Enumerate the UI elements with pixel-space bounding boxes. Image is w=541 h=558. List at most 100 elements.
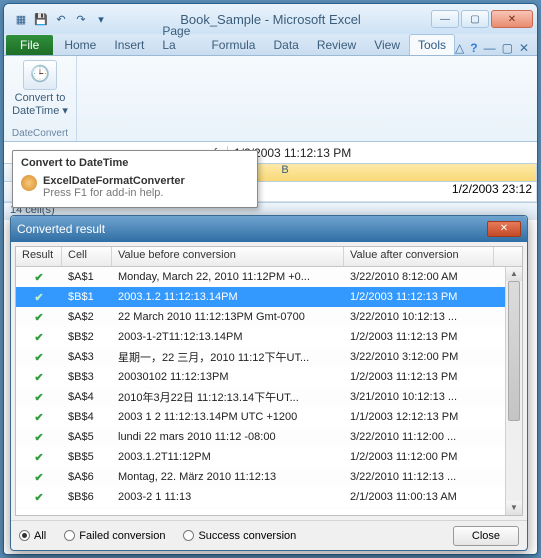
ribbon-minimize-icon[interactable]: △ — [455, 41, 464, 55]
filter-failed-radio[interactable]: Failed conversion — [64, 530, 165, 542]
tab-data[interactable]: Data — [264, 34, 307, 55]
dialog-titlebar[interactable]: Converted result ✕ — [11, 216, 527, 242]
doc-close-icon[interactable]: ✕ — [519, 41, 529, 55]
doc-restore-icon[interactable]: ▢ — [502, 41, 513, 55]
tab-formula[interactable]: Formula — [202, 34, 264, 55]
help-icon[interactable]: ? — [470, 41, 477, 55]
tab-home[interactable]: Home — [55, 34, 105, 55]
table-row[interactable]: ✔$B$52003.1.2T11:12PM1/2/2003 11:12:00 P… — [16, 447, 522, 467]
cell-ref: $B$3 — [62, 371, 112, 383]
file-tab[interactable]: File — [6, 35, 53, 55]
table-body[interactable]: ✔$A$1Monday, March 22, 2010 11:12PM +0..… — [16, 267, 522, 509]
value-after: 1/2/2003 11:12:13 PM — [344, 331, 494, 343]
doc-minimize-icon[interactable]: — — [484, 41, 496, 55]
value-after: 2/1/2003 11:00:13 AM — [344, 491, 494, 503]
button-label-line1: Convert to — [10, 92, 70, 105]
table-row[interactable]: ✔$A$1Monday, March 22, 2010 11:12PM +0..… — [16, 267, 522, 287]
cell-ref: $A$1 — [62, 271, 112, 283]
success-check-icon: ✔ — [16, 391, 62, 404]
col-before[interactable]: Value before conversion — [112, 247, 344, 266]
addin-icon — [21, 175, 37, 191]
scroll-up-icon[interactable]: ▲ — [506, 267, 522, 281]
cell-ref: $A$5 — [62, 431, 112, 443]
screentip: Convert to DateTime ExcelDateFormatConve… — [12, 150, 258, 208]
table-row[interactable]: ✔$B$62003-2 1 11:132/1/2003 11:00:13 AM — [16, 487, 522, 507]
value-before: 2010年3月22日 11:12:13.14下午UT... — [112, 389, 344, 405]
table-row[interactable]: ✔$B$320030102 11:12:13PM1/2/2003 11:12:1… — [16, 367, 522, 387]
col-cell[interactable]: Cell — [62, 247, 112, 266]
scroll-thumb[interactable] — [508, 281, 520, 421]
cell-ref: $B$6 — [62, 491, 112, 503]
excel-icon: ▦ — [12, 10, 30, 28]
qat-dropdown-icon[interactable]: ▾ — [92, 10, 110, 28]
close-button[interactable]: Close — [453, 526, 519, 546]
cell-ref: $A$2 — [62, 311, 112, 323]
value-before: Montag, 22. März 2010 11:12:13 — [112, 471, 344, 483]
table-row[interactable]: ✔$B$12003.1.2 11:12:13.14PM1/2/2003 11:1… — [16, 287, 522, 307]
value-after: 1/2/2003 11:12:13 PM — [344, 371, 494, 383]
table-row[interactable]: ✔$A$222 March 2010 11:12:13PM Gmt-07003/… — [16, 307, 522, 327]
value-after: 3/22/2010 3:12:00 PM — [344, 351, 494, 363]
ribbon-tabs: File HomeInsertPage LaFormulaDataReviewV… — [4, 34, 537, 56]
cell-ref: $A$4 — [62, 391, 112, 403]
success-check-icon: ✔ — [16, 311, 62, 324]
value-after: 1/2/2003 11:12:00 PM — [344, 451, 494, 463]
value-before: lundi 22 mars 2010 11:12 -08:00 — [112, 431, 344, 443]
formula-input[interactable]: 1/2/2003 11:12:13 PM — [228, 146, 537, 160]
convert-to-datetime-button[interactable]: 🕒 Convert to DateTime ▾ — [10, 60, 70, 118]
undo-icon[interactable]: ↶ — [52, 10, 70, 28]
cell-ref: $A$3 — [62, 351, 112, 363]
value-after: 3/22/2010 8:12:00 AM — [344, 271, 494, 283]
value-after: 3/22/2010 10:12:13 ... — [344, 311, 494, 323]
success-check-icon: ✔ — [16, 491, 62, 504]
col-after[interactable]: Value after conversion — [344, 247, 494, 266]
button-label-line2: DateTime ▾ — [10, 105, 70, 118]
scrollbar[interactable]: ▲ ▼ — [505, 267, 522, 515]
screentip-name: ExcelDateFormatConverter — [43, 175, 185, 187]
success-check-icon: ✔ — [16, 331, 62, 344]
cell-ref: $A$6 — [62, 471, 112, 483]
converted-result-dialog: Converted result ✕ Result Cell Value bef… — [10, 215, 528, 551]
success-check-icon: ✔ — [16, 271, 62, 284]
success-check-icon: ✔ — [16, 371, 62, 384]
col-result[interactable]: Result — [16, 247, 62, 266]
tab-insert[interactable]: Insert — [105, 34, 153, 55]
redo-icon[interactable]: ↷ — [72, 10, 90, 28]
table-row[interactable]: ✔$A$722 марта 2010 г. 11:123/22/2010 11:… — [16, 507, 522, 509]
minimize-button[interactable]: — — [431, 10, 459, 28]
table-row[interactable]: ✔$A$3星期一，22 三月，2010 11:12下午UT...3/22/201… — [16, 347, 522, 367]
tab-page-la[interactable]: Page La — [153, 20, 202, 55]
convert-datetime-icon: 🕒 — [23, 60, 57, 90]
titlebar: ▦ 💾 ↶ ↷ ▾ Book_Sample - Microsoft Excel … — [4, 4, 537, 34]
tab-tools[interactable]: Tools — [409, 34, 455, 55]
scroll-down-icon[interactable]: ▼ — [506, 501, 522, 515]
value-before: 2003.1.2 11:12:13.14PM — [112, 291, 344, 303]
close-button[interactable]: ✕ — [491, 10, 533, 28]
dialog-footer: All Failed conversion Success conversion… — [11, 520, 527, 550]
quick-access-toolbar: ▦ 💾 ↶ ↷ ▾ — [12, 10, 110, 28]
success-check-icon: ✔ — [16, 351, 62, 364]
dialog-title: Converted result — [17, 222, 105, 236]
tab-view[interactable]: View — [365, 34, 409, 55]
screentip-help: Press F1 for add-in help. — [43, 187, 185, 199]
tab-review[interactable]: Review — [308, 34, 365, 55]
window-controls: — ▢ ✕ — [431, 10, 533, 28]
table-row[interactable]: ✔$A$6Montag, 22. März 2010 11:12:133/22/… — [16, 467, 522, 487]
group-label: DateConvert — [12, 126, 68, 141]
maximize-button[interactable]: ▢ — [461, 10, 489, 28]
value-before: Monday, March 22, 2010 11:12PM +0... — [112, 271, 344, 283]
filter-success-radio[interactable]: Success conversion — [183, 530, 296, 542]
table-row[interactable]: ✔$B$22003-1-2T11:12:13.14PM1/2/2003 11:1… — [16, 327, 522, 347]
value-after: 3/21/2010 10:12:13 ... — [344, 391, 494, 403]
filter-all-radio[interactable]: All — [19, 530, 46, 542]
value-before: 星期一，22 三月，2010 11:12下午UT... — [112, 349, 344, 365]
table-row[interactable]: ✔$A$5lundi 22 mars 2010 11:12 -08:003/22… — [16, 427, 522, 447]
value-before: 2003 1 2 11:12:13.14PM UTC +1200 — [112, 411, 344, 423]
table-row[interactable]: ✔$A$42010年3月22日 11:12:13.14下午UT...3/21/2… — [16, 387, 522, 407]
value-after: 1/2/2003 11:12:13 PM — [344, 291, 494, 303]
table-row[interactable]: ✔$B$42003 1 2 11:12:13.14PM UTC +12001/1… — [16, 407, 522, 427]
save-icon[interactable]: 💾 — [32, 10, 50, 28]
dialog-close-button[interactable]: ✕ — [487, 221, 521, 237]
success-check-icon: ✔ — [16, 411, 62, 424]
value-before: 22 March 2010 11:12:13PM Gmt-0700 — [112, 311, 344, 323]
